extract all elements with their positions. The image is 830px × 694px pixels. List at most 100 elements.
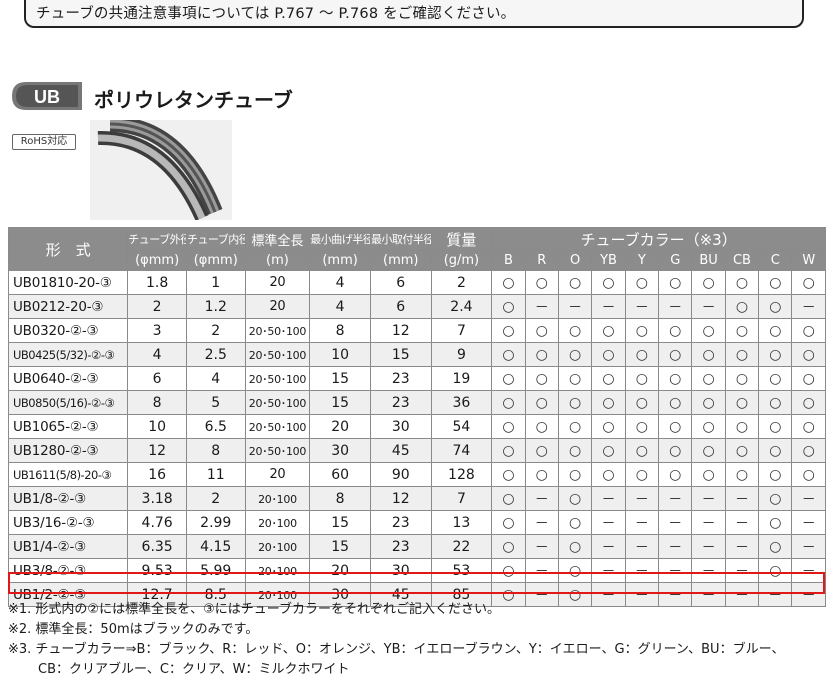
color-availability-cell: －	[524, 558, 559, 583]
bend-cell: 15	[309, 390, 371, 415]
mass-cell: 36	[430, 390, 493, 415]
color-availability-cell: ○	[624, 342, 660, 367]
od-cell: 3	[127, 318, 187, 343]
od-cell: 3.18	[127, 486, 187, 511]
color-availability-cell: ○	[524, 390, 559, 415]
header-od: チューブ外径	[127, 227, 187, 251]
mount-cell: 23	[369, 390, 432, 415]
color-availability-cell: ○	[524, 462, 559, 487]
color-availability-cell: ○	[557, 534, 593, 559]
length-cell: 20･100	[244, 510, 311, 535]
color-availability-cell: －	[524, 486, 559, 511]
color-availability-cell: ○	[658, 342, 693, 367]
bend-cell: 4	[309, 294, 371, 319]
color-availability-cell: ○	[624, 462, 660, 487]
color-availability-cell: ○	[724, 318, 760, 343]
color-availability-cell: －	[791, 294, 826, 319]
color-availability-cell: －	[691, 486, 726, 511]
color-availability-cell: ○	[691, 462, 726, 487]
bend-cell: 60	[309, 462, 371, 487]
color-availability-cell: －	[624, 534, 660, 559]
bend-cell: 15	[309, 510, 371, 535]
mass-cell: 13	[430, 510, 493, 535]
color-availability-cell: ○	[557, 510, 593, 535]
color-availability-cell: ○	[758, 414, 793, 439]
color-availability-cell: ○	[758, 318, 793, 343]
color-availability-cell: ○	[691, 390, 726, 415]
ub-logo: UB	[12, 82, 82, 110]
color-availability-cell: －	[791, 558, 826, 583]
color-availability-cell: ○	[591, 366, 626, 391]
mass-cell: 19	[430, 366, 493, 391]
mount-cell: 23	[369, 534, 432, 559]
color-availability-cell: ○	[724, 294, 760, 319]
length-cell: 20･50･100	[244, 390, 311, 415]
mass-cell: 2	[430, 270, 493, 295]
color-availability-cell: －	[624, 558, 660, 583]
color-availability-cell: －	[658, 486, 693, 511]
notice-text: チューブの共通注意事項については P.767 ～ P.768 をご確認ください。	[36, 6, 516, 22]
color-availability-cell: ○	[758, 462, 793, 487]
header-bend-unit: (mm)	[309, 250, 371, 271]
length-cell: 20	[244, 270, 311, 295]
mass-cell: 2.4	[430, 294, 493, 319]
color-availability-cell: ○	[624, 414, 660, 439]
header-mass-unit: (g/m)	[430, 250, 493, 271]
id-cell: 1.2	[185, 294, 246, 319]
table-row: UB0425(5/32)-②-③ 4 2.5 20･50･100 10 15 9 ○ ○ ○ ○ ○ ○…	[7, 342, 826, 367]
color-availability-cell: －	[791, 534, 826, 559]
model-cell: UB0212-20-③	[7, 294, 129, 319]
header-color-c: C	[758, 250, 793, 271]
length-cell: 20･50･100	[244, 318, 311, 343]
color-availability-cell: ○	[557, 414, 593, 439]
color-availability-cell: ○	[491, 534, 526, 559]
length-cell: 20･100	[244, 534, 311, 559]
color-availability-cell: －	[691, 510, 726, 535]
bend-cell: 8	[309, 318, 371, 343]
header-color-yb: YB	[591, 250, 626, 271]
od-cell: 1.8	[127, 270, 187, 295]
color-availability-cell: －	[724, 558, 760, 583]
model-cell: UB0850(5/16)-②-③	[7, 390, 129, 415]
color-availability-cell: ○	[791, 318, 826, 343]
id-cell: 4	[185, 366, 246, 391]
model-cell: UB1/4-②-③	[7, 534, 129, 559]
mass-cell: 9	[430, 342, 493, 367]
header-id-unit: (φmm)	[185, 250, 246, 271]
header-colors-title: チューブカラー（※3）	[491, 227, 826, 251]
header-mount: 最小取付半径	[369, 227, 432, 251]
color-availability-cell: ○	[758, 390, 793, 415]
color-availability-cell: －	[791, 510, 826, 535]
od-cell: 9.53	[127, 558, 187, 583]
spec-table: 形 式 チューブ外径 チューブ内径 標準全長 最小曲げ半径 最小取付半径 質量 …	[7, 227, 826, 607]
table-row: UB1611(5/8)-20-③ 16 11 20 60 90 128 ○ ○ ○ ○ ○ ○ ○ ○ ○ ○	[7, 462, 826, 487]
note-2: ※2. 標準全長：50mはブラックのみです。	[8, 622, 259, 637]
id-cell: 11	[185, 462, 246, 487]
color-availability-cell: ○	[557, 270, 593, 295]
color-availability-cell: ○	[524, 342, 559, 367]
color-availability-cell: ○	[491, 462, 526, 487]
table-row: UB1280-②-③ 12 8 20･50･100 30 45 74 ○ ○ ○ ○ ○ ○ ○ ○ ○ ○	[7, 438, 826, 463]
color-availability-cell: ○	[591, 462, 626, 487]
color-availability-cell: －	[591, 294, 626, 319]
color-availability-cell: ○	[557, 558, 593, 583]
page-title: ポリウレタンチューブ	[94, 88, 293, 112]
color-availability-cell: ○	[724, 390, 760, 415]
mass-cell: 7	[430, 486, 493, 511]
header-color-y: Y	[624, 250, 660, 271]
color-availability-cell: ○	[724, 366, 760, 391]
model-cell: UB3/8-②-③	[7, 558, 129, 583]
color-availability-cell: ○	[491, 438, 526, 463]
model-cell: UB1280-②-③	[7, 438, 129, 463]
id-cell: 2.99	[185, 510, 246, 535]
color-availability-cell: ○	[591, 438, 626, 463]
color-availability-cell: ○	[791, 342, 826, 367]
color-availability-cell: ○	[724, 414, 760, 439]
color-availability-cell: ○	[557, 390, 593, 415]
mount-cell: 12	[369, 486, 432, 511]
color-availability-cell: ○	[591, 342, 626, 367]
color-availability-cell: ○	[691, 270, 726, 295]
color-availability-cell: ○	[658, 390, 693, 415]
color-availability-cell: ○	[758, 342, 793, 367]
color-availability-cell: ○	[524, 366, 559, 391]
